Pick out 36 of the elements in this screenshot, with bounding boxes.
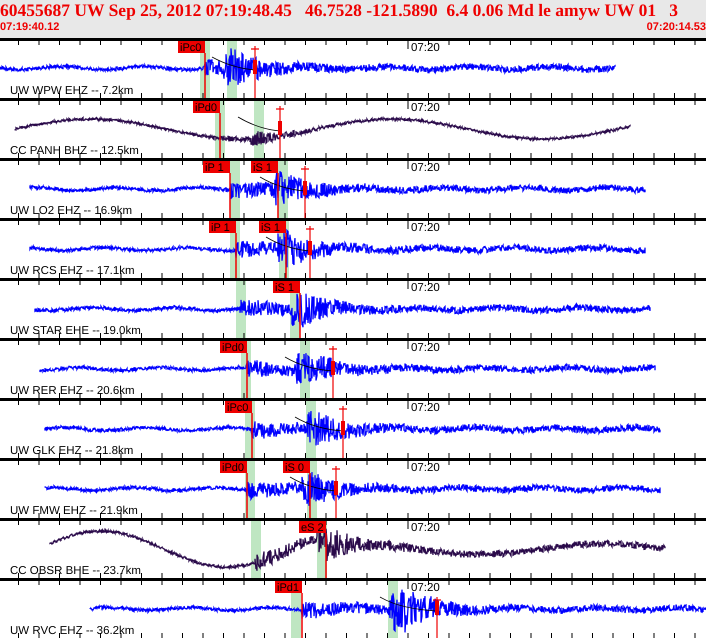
pick-label[interactable]: iP 1 <box>203 161 230 174</box>
time-label: 07:20 <box>411 102 440 115</box>
time-label: 07:20 <box>411 162 440 175</box>
time-label: 07:20 <box>411 582 440 595</box>
station-label: UW RER EHZ -- 20.6km <box>10 385 135 398</box>
station-label: UW RVC EHZ -- 36.2km <box>10 625 134 638</box>
pick-label[interactable]: eS 2 <box>299 521 326 534</box>
station-label: CC OBSR BHE -- 23.7km <box>10 565 141 578</box>
pick-label[interactable]: iPd0 <box>193 101 220 114</box>
station-label: UW RCS EHZ -- 17.1km <box>10 265 135 278</box>
pick-label[interactable]: iS 1 <box>259 221 286 234</box>
time-label: 07:20 <box>411 42 440 55</box>
pick-label[interactable]: iPd1 <box>275 581 302 594</box>
station-label: UW GLK EHZ -- 21.8km <box>10 445 134 458</box>
pick-label[interactable]: iS 1 <box>251 161 278 174</box>
time-label: 07:20 <box>411 522 440 535</box>
pick-label[interactable]: iP 1 <box>209 221 236 234</box>
event-title: 60455687 UW Sep 25, 2012 07:19:48.45 46.7528 -121.5890 6.4 0.06 Md le amyw UW 01 3 <box>0 0 678 21</box>
time-label: 07:20 <box>411 402 440 415</box>
station-label: UW WPW EHZ -- 7.2km <box>10 85 134 98</box>
time-label: 07:20 <box>411 462 440 475</box>
time-label: 07:20 <box>411 342 440 355</box>
station-label: UW FMW EHZ -- 21.9km <box>10 505 138 518</box>
station-label: UW LO2 EHZ -- 16.9km <box>10 205 132 218</box>
station-label: UW STAR EHE -- 19.0km <box>10 325 141 338</box>
station-label: CC PANH BHZ -- 12.5km <box>10 145 139 158</box>
end-time: 07:20:14.53 <box>646 21 706 34</box>
pick-label[interactable]: iS 1 <box>273 281 300 294</box>
pick-label[interactable]: iPc0 <box>178 41 205 54</box>
time-label: 07:20 <box>411 282 440 295</box>
pick-label[interactable]: iS 0 <box>283 461 310 474</box>
time-label: 07:20 <box>411 222 440 235</box>
start-time: 07:19:40.12 <box>0 21 60 34</box>
pick-label[interactable]: iPd0 <box>220 461 247 474</box>
pick-label[interactable]: iPd0 <box>220 341 247 354</box>
pick-label[interactable]: iPc0 <box>225 401 252 414</box>
